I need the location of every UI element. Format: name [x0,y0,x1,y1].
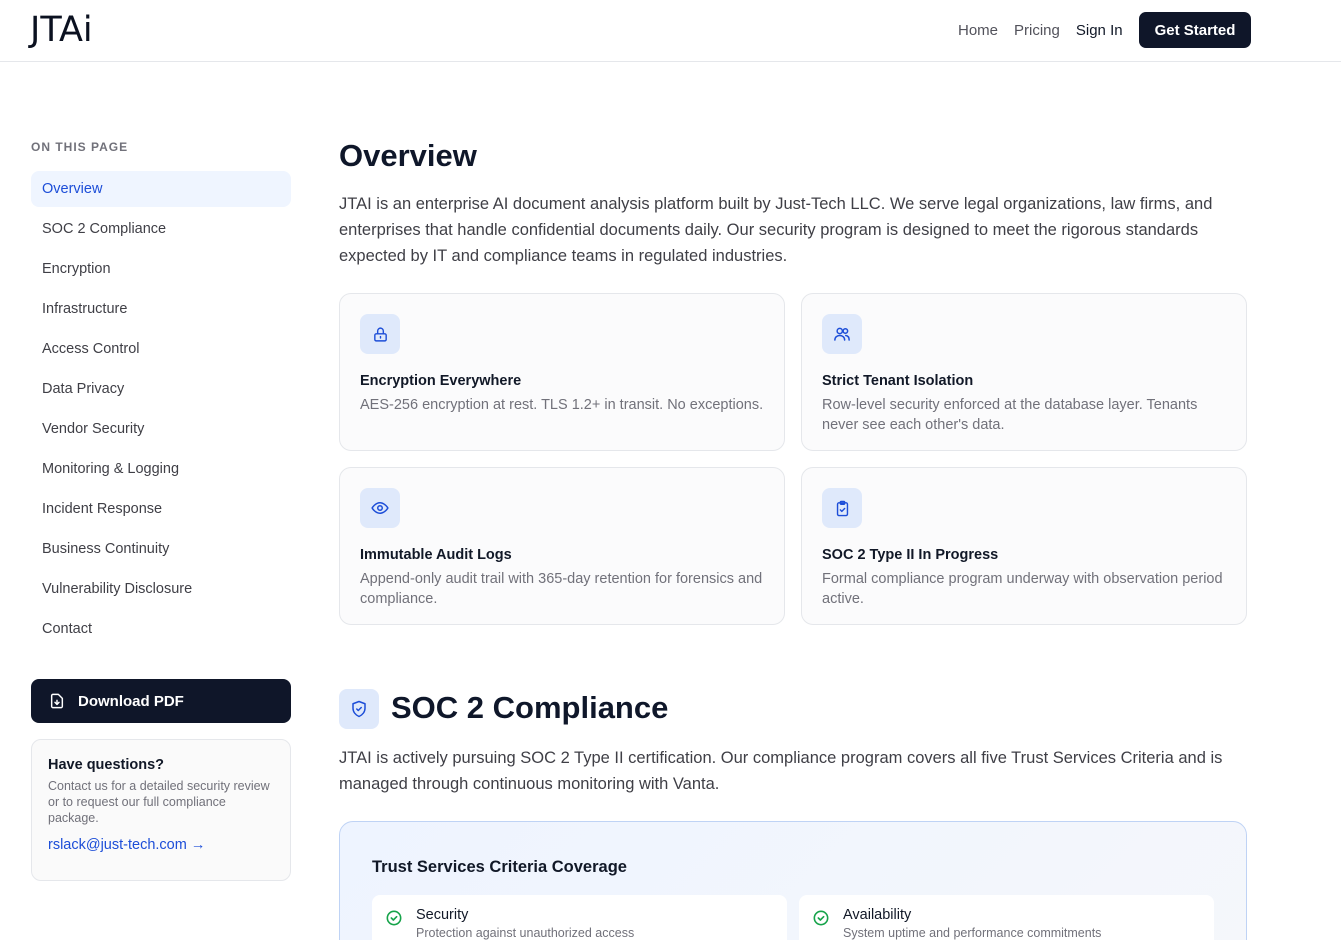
questions-title: Have questions? [48,757,165,773]
nav-home-link[interactable]: Home [958,22,998,39]
sign-in-link[interactable]: Sign In [1076,22,1123,39]
feature-card-soc2: SOC 2 Type II In Progress Formal complia… [801,467,1247,625]
toc-title: ON THIS PAGE [31,140,129,154]
questions-box: Have questions? Contact us for a detaile… [31,739,291,881]
feature-card-text: Formal compliance program underway with … [822,571,1223,607]
feature-card-title: Strict Tenant Isolation [822,373,974,389]
download-pdf-button[interactable]: Download PDF [31,679,291,723]
table-of-contents: Overview SOC 2 Compliance Encryption Inf… [31,171,291,651]
toc-item-contact[interactable]: Contact [31,611,291,647]
feature-card-text: AES-256 encryption at rest. TLS 1.2+ in … [360,397,764,413]
file-download-icon [49,693,65,709]
toc-item-vulnerability-disclosure[interactable]: Vulnerability Disclosure [31,571,291,607]
shield-check-icon [339,689,379,729]
toc-item-business-continuity[interactable]: Business Continuity [31,531,291,567]
eye-icon [360,488,400,528]
overview-heading: Overview [339,138,477,173]
get-started-button[interactable]: Get Started [1138,12,1252,48]
trust-criteria-title: Trust Services Criteria Coverage [372,858,627,876]
criteria-desc: Protection against unauthorized access [416,926,635,940]
feature-card-encryption: Encryption Everywhere AES-256 encryption… [339,293,785,451]
criteria-name: Security [416,907,469,923]
lock-icon [360,314,400,354]
toc-item-overview[interactable]: Overview [31,171,291,207]
toc-item-monitoring-logging[interactable]: Monitoring & Logging [31,451,291,487]
clipboard-check-icon [822,488,862,528]
nav-pricing-link[interactable]: Pricing [1014,22,1060,39]
download-pdf-label: Download PDF [78,692,184,710]
toc-item-vendor-security[interactable]: Vendor Security [31,411,291,447]
questions-text: Contact us for a detailed security revie… [48,779,270,825]
criteria-desc: System uptime and performance commitment… [843,926,1102,940]
criteria-name: Availability [843,907,912,923]
logo[interactable]: JTAi [30,11,93,49]
feature-card-tenant-isolation: Strict Tenant Isolation Row-level securi… [801,293,1247,451]
feature-card-text: Row-level security enforced at the datab… [822,397,1198,433]
toc-item-incident-response[interactable]: Incident Response [31,491,291,527]
soc2-lead: JTAI is actively pursuing SOC 2 Type II … [339,749,1223,793]
toc-item-infrastructure[interactable]: Infrastructure [31,291,291,327]
toc-item-encryption[interactable]: Encryption [31,251,291,287]
feature-card-audit-logs: Immutable Audit Logs Append-only audit t… [339,467,785,625]
criteria-item-security: Security Protection against unauthorized… [372,895,787,940]
check-circle-icon [386,910,402,926]
soc2-heading: SOC 2 Compliance [391,690,669,725]
top-nav-bar: JTAi Home Pricing Sign In Get Started [0,0,1341,62]
toc-item-soc2[interactable]: SOC 2 Compliance [31,211,291,247]
toc-item-access-control[interactable]: Access Control [31,331,291,367]
contact-email-link[interactable]: rslack@just-tech.com → [48,837,274,853]
feature-card-title: Encryption Everywhere [360,373,522,389]
criteria-item-availability: Availability System uptime and performan… [799,895,1214,940]
check-circle-icon [813,910,829,926]
feature-card-title: Immutable Audit Logs [360,547,512,563]
overview-lead: JTAI is an enterprise AI document analys… [339,195,1213,265]
feature-card-title: SOC 2 Type II In Progress [822,547,999,563]
toc-item-data-privacy[interactable]: Data Privacy [31,371,291,407]
users-icon [822,314,862,354]
feature-card-text: Append-only audit trail with 365-day ret… [360,571,763,607]
trust-criteria-panel: Trust Services Criteria Coverage Securit… [339,821,1247,940]
main-nav: Home Pricing Sign In Get Started [958,12,1252,48]
